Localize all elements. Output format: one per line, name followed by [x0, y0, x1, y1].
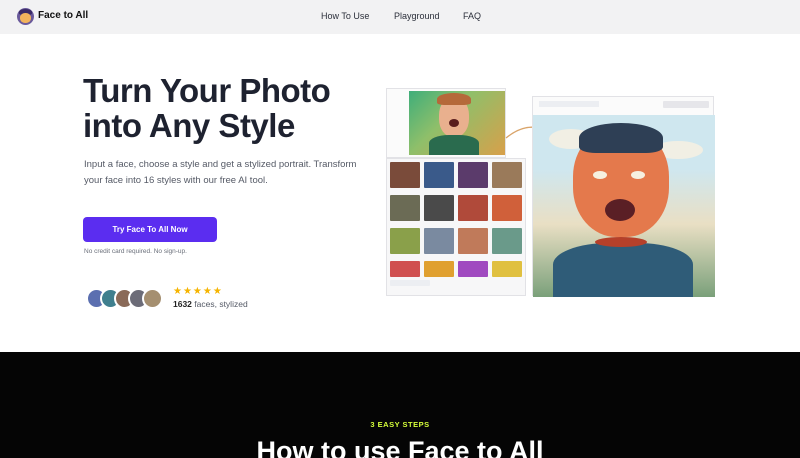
faces-count-number: 1632	[173, 299, 192, 309]
style-tile	[458, 162, 488, 188]
style-tile	[390, 195, 420, 221]
logo-icon[interactable]	[17, 8, 34, 25]
style-tile	[492, 228, 522, 254]
panel-control	[539, 101, 599, 107]
nav-link-how-to-use[interactable]: How To Use	[321, 11, 369, 21]
style-tile	[390, 261, 420, 277]
style-tile	[390, 228, 420, 254]
steps-label: 3 EASY STEPS	[370, 420, 430, 429]
input-photo	[409, 91, 505, 155]
input-photo-panel	[386, 88, 506, 158]
nav-link-faq[interactable]: FAQ	[463, 11, 481, 21]
style-tile	[424, 228, 454, 254]
faces-count-label: faces, stylized	[191, 299, 248, 309]
user-avatars	[86, 288, 166, 310]
style-tile	[390, 162, 420, 188]
hero-description: Input a face, choose a style and get a s…	[84, 159, 357, 186]
style-tile	[458, 261, 488, 277]
panel-control	[663, 101, 709, 108]
style-grid-panel	[386, 158, 526, 296]
style-tile	[492, 261, 522, 277]
avatar	[142, 288, 163, 309]
style-tile	[424, 162, 454, 188]
top-navbar: Face to All How To Use Playground FAQ	[0, 0, 800, 34]
result-panel	[532, 96, 715, 297]
style-tile	[492, 162, 522, 188]
nav-link-playground[interactable]: Playground	[394, 11, 440, 21]
try-now-button[interactable]: Try Face To All Now	[83, 217, 217, 242]
cta-note: No credit card required. No sign-up.	[84, 248, 187, 255]
rating-stars: ★★★★★	[173, 286, 223, 297]
brand-name[interactable]: Face to All	[38, 10, 88, 21]
style-tile	[458, 195, 488, 221]
style-tile	[458, 228, 488, 254]
hero-illustration	[386, 88, 716, 300]
hero-title: Turn Your Photo into Any Style	[83, 72, 331, 144]
style-tile	[492, 195, 522, 221]
style-tile	[424, 195, 454, 221]
style-tile	[424, 261, 454, 277]
panel-control	[390, 280, 430, 286]
faces-count: 1632 faces, stylized	[173, 299, 248, 309]
result-image	[533, 115, 715, 297]
how-to-use-title: How to use Face to All	[256, 436, 544, 458]
